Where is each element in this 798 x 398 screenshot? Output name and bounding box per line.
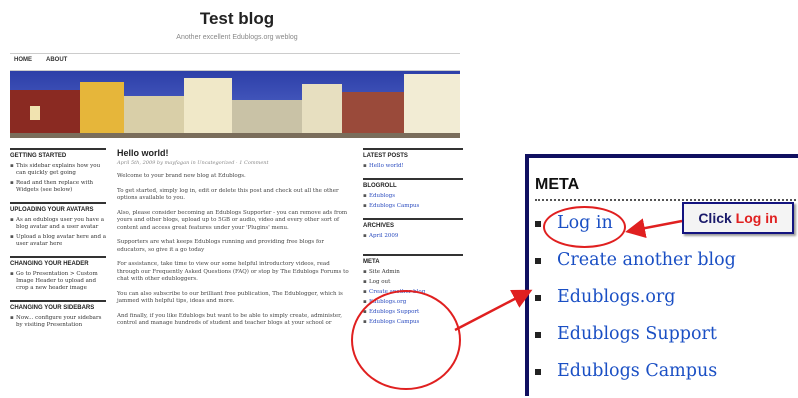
widget-item: Now... configure your sidebars by visiti… — [10, 315, 106, 329]
square-bullet-icon — [535, 295, 541, 301]
post-paragraph: And finally, if you like Edublogs but wa… — [117, 312, 342, 327]
widget-heading: GETTING STARTED — [10, 148, 106, 159]
widget-item: Go to Presentation > Custom Image Header… — [10, 271, 106, 292]
post-paragraph: Supporters are what keeps Edublogs runni… — [117, 239, 324, 253]
meta-zoom-heading: META — [535, 176, 580, 193]
widget-heading: UPLOADING YOUR AVATARS — [10, 202, 106, 213]
square-bullet-icon — [535, 369, 541, 375]
blog-nav: HOME ABOUT — [10, 53, 460, 71]
edublogs-support-link[interactable]: Edublogs Support — [557, 324, 717, 344]
post-meta: April 5th, 2009 by mayfagan in Uncategor… — [117, 160, 269, 166]
widget-item: This sidebar explains how you can quickl… — [10, 163, 106, 177]
widget-heading: CHANGING YOUR HEADER — [10, 256, 106, 267]
nav-about[interactable]: ABOUT — [46, 57, 67, 63]
archive-link[interactable]: April 2009 — [363, 233, 463, 240]
post: Hello world! April 5th, 2009 by mayfagan… — [117, 148, 349, 335]
post-title[interactable]: Hello world! — [117, 148, 349, 158]
header-banner-image — [10, 71, 460, 138]
post-paragraph: Also, please consider becoming an Edublo… — [117, 209, 348, 231]
blog-tagline: Another excellent Edublogs.org weblog — [176, 34, 298, 41]
blog-title[interactable]: Test blog — [4, 9, 470, 29]
blogroll-link[interactable]: Edublogs Campus — [363, 203, 463, 210]
latest-post-link[interactable]: Hello world! — [363, 163, 463, 170]
meta-highlight-circle — [351, 290, 461, 390]
meta-link[interactable]: Site Admin — [363, 269, 463, 276]
create-blog-link[interactable]: Create another blog — [557, 250, 736, 270]
blogroll-link[interactable]: Edublogs — [363, 193, 463, 200]
widget-heading: CHANGING YOUR SIDEBARS — [10, 300, 106, 311]
edublogs-org-link[interactable]: Edublogs.org — [557, 287, 675, 307]
widget-heading: BLOGROLL — [363, 178, 463, 189]
left-sidebar: GETTING STARTED This sidebar explains ho… — [10, 148, 106, 337]
widget-heading: ARCHIVES — [363, 218, 463, 229]
widget-item: As an edublogs user you have a blog avat… — [10, 217, 106, 231]
widget-heading: META — [363, 254, 463, 265]
widget-heading: LATEST POSTS — [363, 148, 463, 159]
dotted-divider — [535, 199, 798, 201]
nav-home[interactable]: HOME — [14, 57, 32, 63]
edublogs-campus-link[interactable]: Edublogs Campus — [557, 361, 717, 381]
post-paragraph: You can also subscribe to our brilliant … — [117, 290, 343, 305]
login-highlight-circle — [543, 206, 626, 248]
square-bullet-icon — [535, 221, 541, 227]
widget-item: Upload a blog avatar here and a user ava… — [10, 234, 106, 248]
meta-link[interactable]: Log out — [363, 279, 463, 286]
click-login-callout: Click Log in — [682, 202, 794, 234]
post-paragraph: For assistance, take time to view our so… — [117, 261, 349, 282]
meta-zoom-panel: META Log in Create another blog Edublogs… — [525, 154, 798, 396]
square-bullet-icon — [535, 332, 541, 338]
post-paragraph: Welcome to your brand new blog at Edublo… — [117, 173, 246, 179]
square-bullet-icon — [535, 258, 541, 264]
post-paragraph: To get started, simply log in, edit or d… — [117, 187, 339, 202]
widget-item: Read and then replace with Widgets (see … — [10, 180, 106, 194]
